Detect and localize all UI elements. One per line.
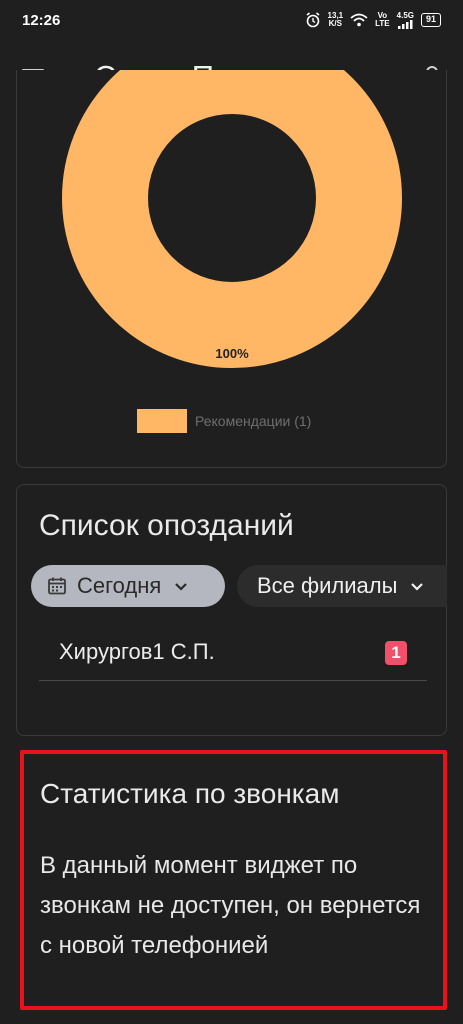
late-list-title: Список опозданий [39, 509, 294, 542]
network-speed: 13,1 K/S [328, 12, 344, 28]
cell-signal: 4.5G [396, 10, 414, 29]
chevron-down-icon [175, 583, 188, 591]
calendar-icon [48, 577, 66, 595]
status-icons: 13,1 K/S Vo LTE 4.5G 91 [305, 10, 441, 29]
speed-unit: K/S [328, 19, 342, 28]
status-time: 12:26 [22, 11, 61, 29]
calls-unavailable-message: В данный момент виджет по звонкам не дос… [40, 852, 421, 959]
legend-label: Рекомендации (1) [195, 413, 312, 429]
list-item[interactable]: Хирургов1 С.П. 1 [39, 625, 427, 681]
volte-lte: LTE [375, 19, 390, 28]
volte-indicator: Vo LTE [375, 12, 390, 28]
branch-filter-label: Все филиалы [257, 573, 398, 598]
late-list-card: Список опозданий Сегодня Все филиалы Хир… [16, 484, 447, 736]
recommendations-chart-card: 100% Рекомендации (1) [16, 70, 447, 468]
pie-slice [62, 70, 402, 368]
filter-row: Сегодня Все филиалы [31, 565, 447, 609]
wifi-icon [350, 13, 368, 27]
alarm-icon [306, 12, 320, 28]
late-count-badge: 1 [385, 641, 407, 665]
battery-indicator: 91 [420, 13, 441, 27]
signal-icon [397, 19, 413, 29]
slice-percent-label: 100% [215, 346, 249, 361]
chevron-down-icon [411, 583, 424, 591]
date-filter-label: Сегодня [77, 573, 162, 598]
employee-name: Хирургов1 С.П. [59, 639, 215, 664]
branch-filter-chip[interactable]: Все филиалы [237, 565, 447, 607]
legend-swatch [137, 409, 187, 433]
calls-stats-title: Статистика по звонкам [40, 778, 340, 809]
status-bar: 12:26 13,1 K/S Vo LTE 4.5G 91 [0, 0, 463, 40]
chart-legend: Рекомендации (1) [137, 409, 311, 433]
calls-stats-card: Статистика по звонкам В данный момент ви… [20, 750, 447, 1010]
date-filter-chip[interactable]: Сегодня [31, 565, 225, 607]
network-generation: 4.5G [396, 10, 414, 20]
recommendations-donut-chart: 100% [62, 70, 402, 368]
